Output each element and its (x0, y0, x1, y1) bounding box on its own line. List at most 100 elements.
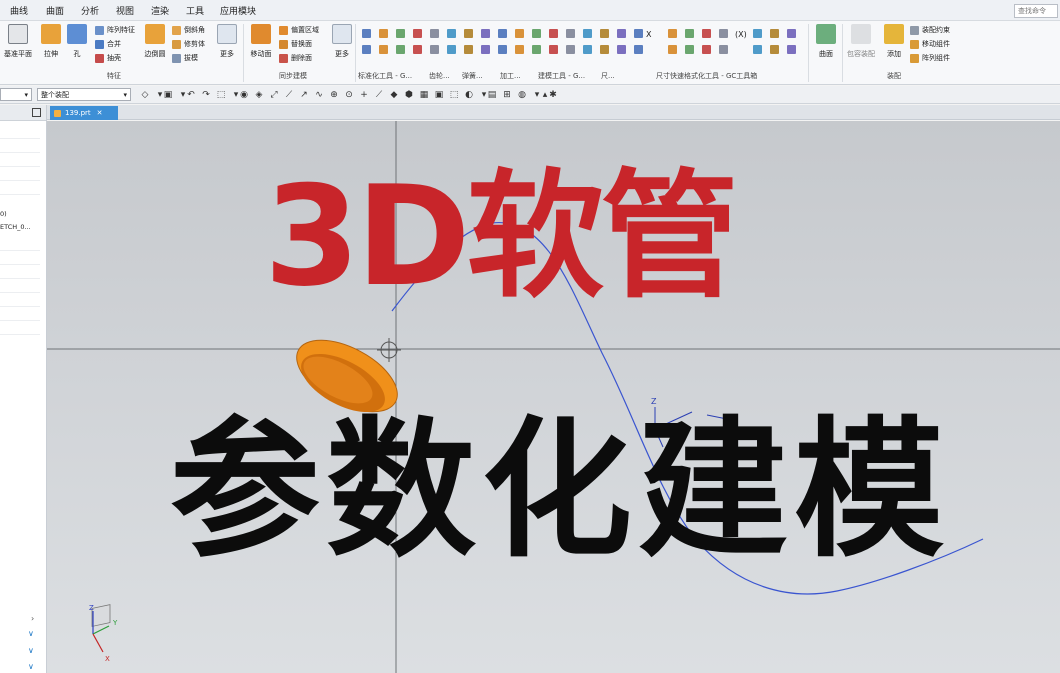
file-tab[interactable]: 139.prt ✕ (50, 106, 118, 120)
snap-tool-icon[interactable]: ⬢ (404, 90, 414, 100)
gc-tool-icon[interactable] (634, 29, 643, 38)
gc-tool-icon[interactable] (464, 29, 473, 38)
gc-tool-icon[interactable] (532, 29, 541, 38)
gc-tool-icon[interactable] (362, 45, 371, 54)
hole-button[interactable]: 孔 (62, 24, 92, 59)
shell-button[interactable]: 抽壳 (95, 52, 121, 64)
edge-blend-button[interactable]: 边倒圆 (140, 24, 170, 59)
snap-tool-icon[interactable]: ✱ (548, 90, 558, 100)
menu-render[interactable]: 渲染 (151, 4, 169, 17)
snap-tool-icon[interactable]: ◇ (140, 90, 150, 100)
draft-button[interactable]: 拔模 (172, 52, 198, 64)
gc-tool-icon[interactable] (498, 29, 507, 38)
gc-tool-icon[interactable] (617, 45, 626, 54)
move-face-button[interactable]: 移动面 (246, 24, 276, 59)
replace-face-button[interactable]: 替换面 (279, 38, 312, 50)
gc-tool-icon[interactable] (583, 29, 592, 38)
gc-tool-icon[interactable] (685, 29, 694, 38)
feature-more-button[interactable]: 更多 (212, 24, 242, 59)
gc-tool-icon[interactable] (447, 29, 456, 38)
surface-button[interactable]: 曲面 (811, 24, 841, 59)
offset-region-button[interactable]: 偏置区域 (279, 24, 319, 36)
restore-icon[interactable] (32, 108, 41, 117)
menu-application[interactable]: 应用模块 (220, 4, 256, 17)
gc-tool-icon[interactable] (396, 29, 405, 38)
expand-panel-icon[interactable]: ∨ (28, 662, 34, 671)
snap-tool-icon[interactable]: + (359, 90, 369, 100)
gc-tool-icon[interactable] (515, 29, 524, 38)
snap-tool-icon[interactable]: ▣ (163, 90, 173, 100)
snap-tool-icon[interactable]: ⊕ (329, 90, 339, 100)
datum-plane-button[interactable]: 基准平面 (3, 24, 33, 59)
gc-tool-icon[interactable] (549, 45, 558, 54)
gc-tool-icon[interactable] (770, 29, 779, 38)
menu-view[interactable]: 视图 (116, 4, 134, 17)
pattern-component-button[interactable]: 阵列组件 (910, 52, 950, 64)
navigator-item[interactable]: ETCH_0... (0, 223, 31, 231)
snap-tool-icon[interactable]: ▣ (434, 90, 444, 100)
gc-tool-icon[interactable] (668, 29, 677, 38)
move-component-button[interactable]: 移动组件 (910, 38, 950, 50)
gc-tool-icon[interactable] (787, 45, 796, 54)
snap-tool-icon[interactable]: ◈ (254, 90, 264, 100)
type-filter-select[interactable]: ▾ (0, 88, 32, 101)
chamfer-button[interactable]: 倒斜角 (172, 24, 205, 36)
snap-tool-icon[interactable]: ⟋ (284, 90, 294, 100)
snap-tool-icon[interactable]: ◉ (239, 90, 249, 100)
snap-tool-icon[interactable]: ▤ (487, 90, 497, 100)
gc-tool-icon[interactable] (413, 45, 422, 54)
delete-face-button[interactable]: 删除面 (279, 52, 312, 64)
snap-tool-icon[interactable]: ◆ (389, 90, 399, 100)
gc-tool-icon[interactable] (634, 45, 643, 54)
gc-tool-icon[interactable] (719, 45, 728, 54)
gc-tool-icon[interactable] (702, 45, 711, 54)
gc-tool-icon[interactable] (396, 45, 405, 54)
gc-tool-icon[interactable] (566, 45, 575, 54)
gc-tool-icon[interactable] (481, 45, 490, 54)
trim-body-button[interactable]: 修剪体 (172, 38, 205, 50)
gc-tool-icon[interactable] (532, 45, 541, 54)
x-button[interactable]: X (646, 28, 651, 40)
menu-analysis[interactable]: 分析 (81, 4, 99, 17)
gc-tool-icon[interactable] (753, 29, 762, 38)
snap-tool-icon[interactable]: ◐ (464, 90, 474, 100)
gc-tool-icon[interactable] (770, 45, 779, 54)
gc-tool-icon[interactable] (481, 29, 490, 38)
snap-tool-icon[interactable]: ⤢ (269, 90, 279, 100)
snap-tool-icon[interactable]: ↶ (186, 90, 196, 100)
menu-curve[interactable]: 曲线 (10, 4, 28, 17)
gc-tool-icon[interactable] (430, 29, 439, 38)
close-tab-icon[interactable]: ✕ (97, 109, 103, 117)
gc-tool-icon[interactable] (600, 29, 609, 38)
unite-button[interactable]: 合并 (95, 38, 121, 50)
gc-tool-icon[interactable] (515, 45, 524, 54)
selection-scope-select[interactable]: 整个装配 ▾ (37, 88, 131, 101)
snap-tool-icon[interactable]: ∿ (314, 90, 324, 100)
command-finder-input[interactable]: 查找命令 (1014, 4, 1058, 18)
sync-more-button[interactable]: 更多 (327, 24, 357, 59)
gc-tool-icon[interactable] (668, 45, 677, 54)
expand-panel-icon[interactable]: ∨ (28, 629, 34, 638)
bracket-x-button[interactable]: (X) (735, 28, 747, 40)
gc-tool-icon[interactable] (719, 29, 728, 38)
gc-tool-icon[interactable] (464, 45, 473, 54)
snap-tool-icon[interactable]: ◍ (517, 90, 527, 100)
expand-panel-icon[interactable]: ∨ (28, 646, 34, 655)
gc-tool-icon[interactable] (430, 45, 439, 54)
gc-tool-icon[interactable] (753, 45, 762, 54)
scroll-right-icon[interactable]: › (31, 614, 34, 623)
add-component-button[interactable]: 添加 (879, 24, 909, 59)
snap-tool-icon[interactable]: ⬚ (216, 90, 226, 100)
snap-tool-icon[interactable]: ↗ (299, 90, 309, 100)
gc-tool-icon[interactable] (787, 29, 796, 38)
pattern-feature-button[interactable]: 阵列特征 (95, 24, 135, 36)
gc-tool-icon[interactable] (566, 29, 575, 38)
snap-tool-icon[interactable]: ▦ (419, 90, 429, 100)
gc-tool-icon[interactable] (702, 29, 711, 38)
gc-tool-icon[interactable] (362, 29, 371, 38)
snap-tool-icon[interactable]: ⟋ (374, 90, 384, 100)
assembly-constraints-button[interactable]: 装配约束 (910, 24, 950, 36)
menu-surface[interactable]: 曲面 (46, 4, 64, 17)
gc-tool-icon[interactable] (549, 29, 558, 38)
gc-tool-icon[interactable] (447, 45, 456, 54)
